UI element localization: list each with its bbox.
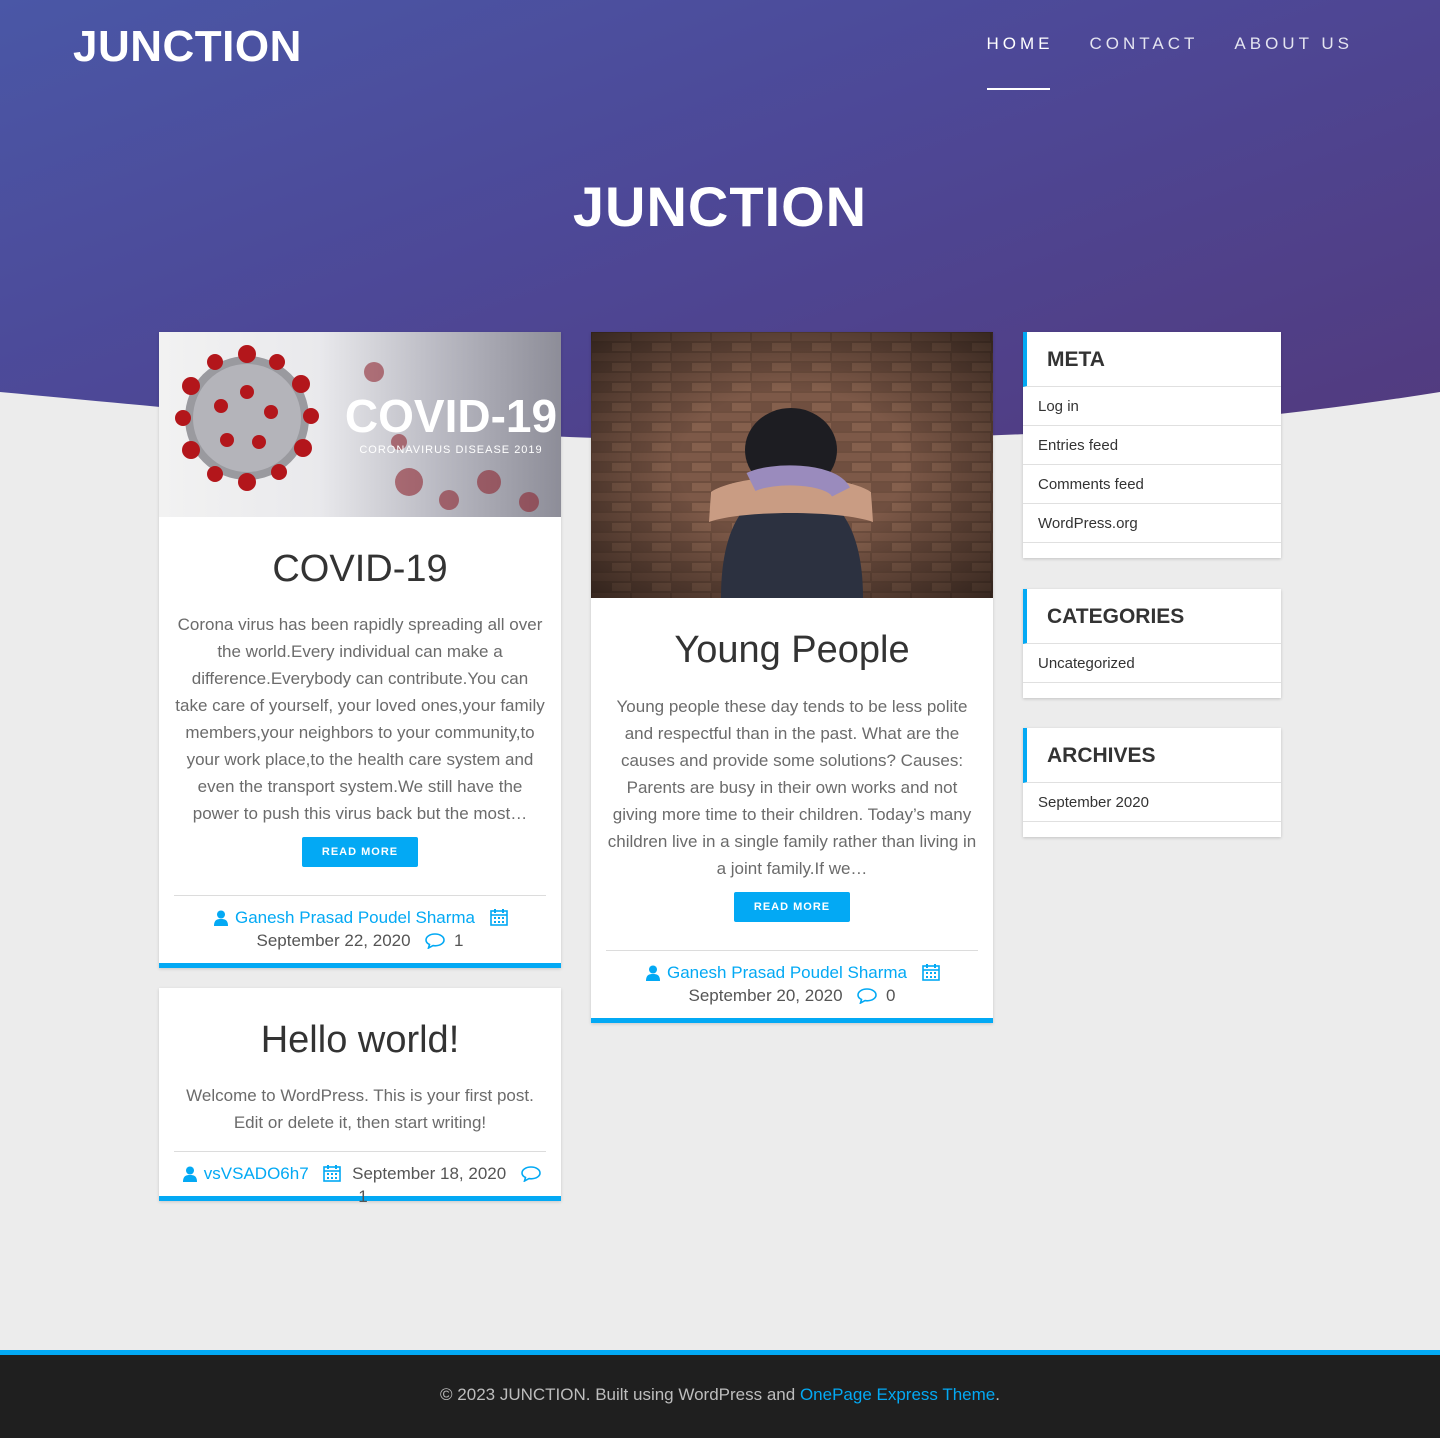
post-thumbnail-covid[interactable]: COVID-19 CORONAVIRUS DISEASE 2019 [159, 332, 561, 517]
post-title-hello-world[interactable]: Hello world! [159, 1018, 561, 1062]
comment-icon [521, 1162, 541, 1185]
post-meta-hello-world: vsVSADO6h7 September 18, 2020 1 [174, 1151, 546, 1208]
post-title-young-people[interactable]: Young People [591, 628, 993, 672]
virus-illustration: COVID-19 CORONAVIRUS DISEASE 2019 [175, 345, 557, 512]
read-more-button-covid[interactable]: READ MORE [301, 837, 419, 867]
post-meta-covid: Ganesh Prasad Poudel Sharma September 22… [174, 895, 546, 952]
calendar-icon [489, 906, 508, 929]
post-title-covid[interactable]: COVID-19 [159, 547, 561, 591]
post-comment-count[interactable]: 1 [454, 931, 463, 950]
post-author[interactable]: Ganesh Prasad Poudel Sharma [667, 963, 907, 982]
post-comment-count[interactable]: 1 [358, 1187, 367, 1206]
link-log-in[interactable]: Log in [1023, 387, 1281, 426]
post-date: September 18, 2020 [352, 1164, 507, 1183]
widget-archives: ARCHIVES September 2020 [1023, 728, 1281, 837]
comment-icon [425, 929, 446, 952]
nav-contact[interactable]: CONTACT [1090, 34, 1199, 90]
widget-title-archives: ARCHIVES [1023, 728, 1281, 783]
sad-child-illustration [591, 332, 993, 598]
user-icon [181, 1162, 199, 1185]
post-date: September 22, 2020 [256, 931, 411, 950]
hero-title: JUNCTION [572, 175, 868, 238]
post-card-covid: COVID-19 CORONAVIRUS DISEASE 2019 COVID-… [159, 332, 561, 968]
post-author[interactable]: Ganesh Prasad Poudel Sharma [235, 908, 475, 927]
link-comments-feed[interactable]: Comments feed [1023, 465, 1281, 504]
post-excerpt-hello-world: Welcome to WordPress. This is your first… [186, 1086, 534, 1132]
read-more-button-young-people[interactable]: READ MORE [733, 892, 851, 922]
post-excerpt-young-people: Young people these day tends to be less … [607, 697, 977, 878]
post-excerpt-covid: Corona virus has been rapidly spreading … [175, 615, 545, 823]
footer-theme-link[interactable]: OnePage Express Theme [800, 1385, 995, 1404]
site-footer: © 2023 JUNCTION. Built using WordPress a… [0, 1350, 1440, 1438]
widget-title-categories: CATEGORIES [1023, 589, 1281, 644]
post-card-young-people: Young People Young people these day tend… [591, 332, 993, 1023]
site-logo[interactable]: JUNCTION [73, 22, 302, 72]
post-comment-count[interactable]: 0 [886, 986, 895, 1005]
calendar-icon [921, 961, 940, 984]
widget-title-meta: META [1023, 332, 1281, 387]
covid-image-subtitle: CORONAVIRUS DISEASE 2019 [359, 444, 542, 456]
calendar-icon [323, 1162, 342, 1185]
post-thumbnail-young-people[interactable] [591, 332, 993, 598]
link-entries-feed[interactable]: Entries feed [1023, 426, 1281, 465]
link-wordpress-org[interactable]: WordPress.org [1023, 504, 1281, 543]
footer-copyright: © 2023 JUNCTION. Built using WordPress a… [440, 1385, 800, 1404]
nav-home[interactable]: HOME [986, 34, 1054, 90]
user-icon [212, 906, 230, 929]
link-archive-september-2020[interactable]: September 2020 [1023, 783, 1281, 822]
main-nav: HOME CONTACT ABOUT US [986, 34, 1354, 90]
footer-period: . [995, 1385, 1000, 1404]
post-card-hello-world: Hello world! Welcome to WordPress. This … [159, 988, 561, 1206]
link-category-uncategorized[interactable]: Uncategorized [1023, 644, 1281, 683]
widget-categories: CATEGORIES Uncategorized [1023, 589, 1281, 698]
user-icon [644, 961, 662, 984]
widget-meta: META Log in Entries feed Comments feed W… [1023, 332, 1281, 558]
post-date: September 20, 2020 [688, 986, 843, 1005]
covid-image-title: COVID-19 [345, 390, 557, 442]
comment-icon [857, 984, 878, 1007]
nav-about-us[interactable]: ABOUT US [1234, 34, 1353, 90]
post-author[interactable]: vsVSADO6h7 [204, 1164, 309, 1183]
post-meta-young-people: Ganesh Prasad Poudel Sharma September 20… [606, 950, 978, 1007]
